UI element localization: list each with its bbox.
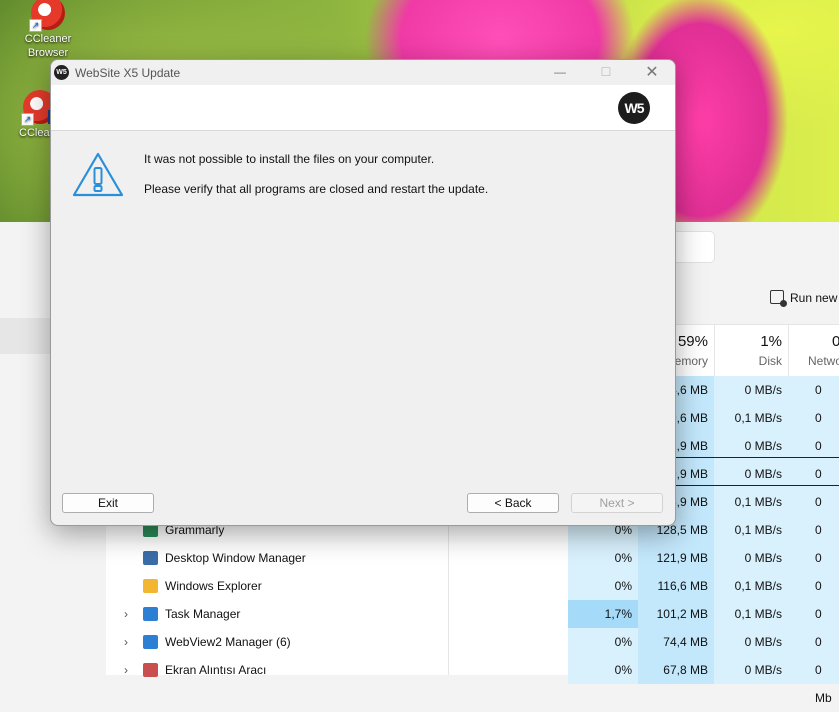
disk-label: Disk bbox=[758, 354, 782, 368]
cell-net: 0 Mb bbox=[788, 544, 839, 593]
process-name: Windows Explorer bbox=[165, 579, 262, 593]
ccleaner-browser-icon: ↗ bbox=[29, 0, 65, 32]
app-logo-icon: W5 bbox=[54, 65, 69, 80]
cell-net: 0 Mb bbox=[788, 572, 839, 621]
task-manager-nav-selected[interactable] bbox=[0, 318, 50, 354]
cell-disk: 0,1 MB/s bbox=[714, 516, 788, 544]
process-icon bbox=[143, 579, 158, 593]
network-percent: 0 bbox=[832, 333, 839, 350]
cell-net: 0 Mb bbox=[788, 432, 839, 481]
cell-disk: 0 MB/s bbox=[714, 432, 788, 460]
shortcut-arrow-icon: ↗ bbox=[29, 19, 42, 32]
disk-percent: 1% bbox=[760, 333, 782, 350]
column-header-disk[interactable]: 1% Disk bbox=[714, 325, 782, 375]
desktop-icon-label: Browser bbox=[27, 47, 69, 59]
run-new-task-icon bbox=[770, 290, 787, 307]
process-name: WebView2 Manager (6) bbox=[165, 635, 291, 649]
cell-disk: 0,1 MB/s bbox=[714, 404, 788, 432]
cell-cpu: 0% bbox=[568, 544, 638, 572]
cell-cpu: 0% bbox=[568, 628, 638, 656]
cell-net: 0 Mb bbox=[788, 656, 839, 705]
minimize-button[interactable]: — bbox=[537, 60, 583, 85]
maximize-button: ☐ bbox=[600, 65, 612, 79]
close-button[interactable]: ✕ bbox=[629, 60, 675, 85]
next-button: Next > bbox=[571, 493, 663, 513]
run-new-task-label: Run new bbox=[790, 291, 838, 305]
error-message-line-1: It was not possible to install the files… bbox=[144, 152, 435, 166]
cell-disk: 0,1 MB/s bbox=[714, 600, 788, 628]
desktop-icon-label: CCleaner bbox=[24, 33, 72, 45]
cell-disk: 0 MB/s bbox=[714, 544, 788, 572]
table-row[interactable]: Windows Explorer 0%116,6 MB0,1 MB/s0 Mb bbox=[106, 572, 839, 621]
cell-disk: 0,1 MB/s bbox=[714, 488, 788, 516]
error-message-line-2: Please verify that all programs are clos… bbox=[144, 182, 489, 196]
exit-button[interactable]: Exit bbox=[62, 493, 154, 513]
cell-net: 0 Mb bbox=[788, 404, 839, 453]
process-icon bbox=[143, 607, 158, 621]
cell-net: 0 Mb bbox=[788, 460, 839, 509]
cell-mem: 74,4 MB bbox=[638, 628, 714, 656]
desktop-icon-ccleaner-browser[interactable]: ↗ CCleaner Browser bbox=[13, 0, 83, 60]
cell-mem: 116,6 MB bbox=[638, 572, 714, 600]
cell-cpu: 1,7% bbox=[568, 600, 638, 628]
run-new-task-button[interactable]: Run new bbox=[770, 290, 838, 307]
expand-chevron-icon[interactable]: › bbox=[124, 600, 128, 628]
network-label: Netwo bbox=[808, 354, 839, 368]
brand-logo-icon: W5 bbox=[618, 92, 650, 124]
expand-chevron-icon[interactable]: › bbox=[124, 656, 128, 684]
process-icon bbox=[143, 663, 158, 677]
dialog-title: WebSite X5 Update bbox=[75, 66, 181, 80]
cell-net: 0 Mb bbox=[788, 628, 839, 677]
back-button[interactable]: < Back bbox=[467, 493, 559, 513]
warning-icon bbox=[72, 152, 124, 197]
shortcut-arrow-icon: ↗ bbox=[21, 113, 34, 126]
cell-disk: 0,1 MB/s bbox=[714, 572, 788, 600]
process-name: Desktop Window Manager bbox=[165, 551, 306, 565]
cell-mem: 67,8 MB bbox=[638, 656, 714, 684]
process-icon bbox=[143, 635, 158, 649]
cell-mem: 121,9 MB bbox=[638, 544, 714, 572]
table-row[interactable]: Desktop Window Manager 0% 121,9 MB 0 MB/s 0 … bbox=[106, 544, 839, 593]
table-row[interactable]: › Ekran Alıntısı Aracı 0% 67,8 MB 0 MB/s 0 Mb bbox=[106, 656, 839, 705]
cell-net: 0 Mb bbox=[788, 600, 839, 649]
cell-disk: 0 MB/s bbox=[714, 656, 788, 684]
cell-cpu: 0% bbox=[568, 656, 638, 684]
update-dialog: W5 WebSite X5 Update — ☐ ✕ W5 It was not… bbox=[50, 59, 676, 526]
cell-disk: 0 MB/s bbox=[714, 628, 788, 656]
cell-cpu: 0% bbox=[568, 572, 638, 600]
cell-net: 0 Mb bbox=[788, 488, 839, 537]
cell-net: 0 Mb bbox=[788, 376, 839, 425]
process-name: Task Manager bbox=[165, 607, 241, 621]
table-row[interactable]: › Task Manager 1,7%101,2 MB0,1 MB/s0 Mb bbox=[106, 600, 839, 649]
expand-chevron-icon[interactable]: › bbox=[124, 628, 128, 656]
cell-mem: 101,2 MB bbox=[638, 600, 714, 628]
cell-net: 0 Mb bbox=[788, 516, 839, 565]
cell-disk: 0 MB/s bbox=[714, 376, 788, 404]
table-row[interactable]: › WebView2 Manager (6) 0%74,4 MB0 MB/s0 Mb bbox=[106, 628, 839, 677]
dialog-titlebar[interactable]: W5 WebSite X5 Update — ☐ ✕ bbox=[51, 60, 675, 85]
process-name: Ekran Alıntısı Aracı bbox=[165, 663, 267, 677]
dialog-header-band: W5 bbox=[51, 85, 675, 131]
column-header-network[interactable]: 0 Netwo bbox=[788, 325, 839, 375]
cell-disk: 0 MB/s bbox=[714, 460, 788, 488]
process-icon bbox=[143, 551, 158, 565]
